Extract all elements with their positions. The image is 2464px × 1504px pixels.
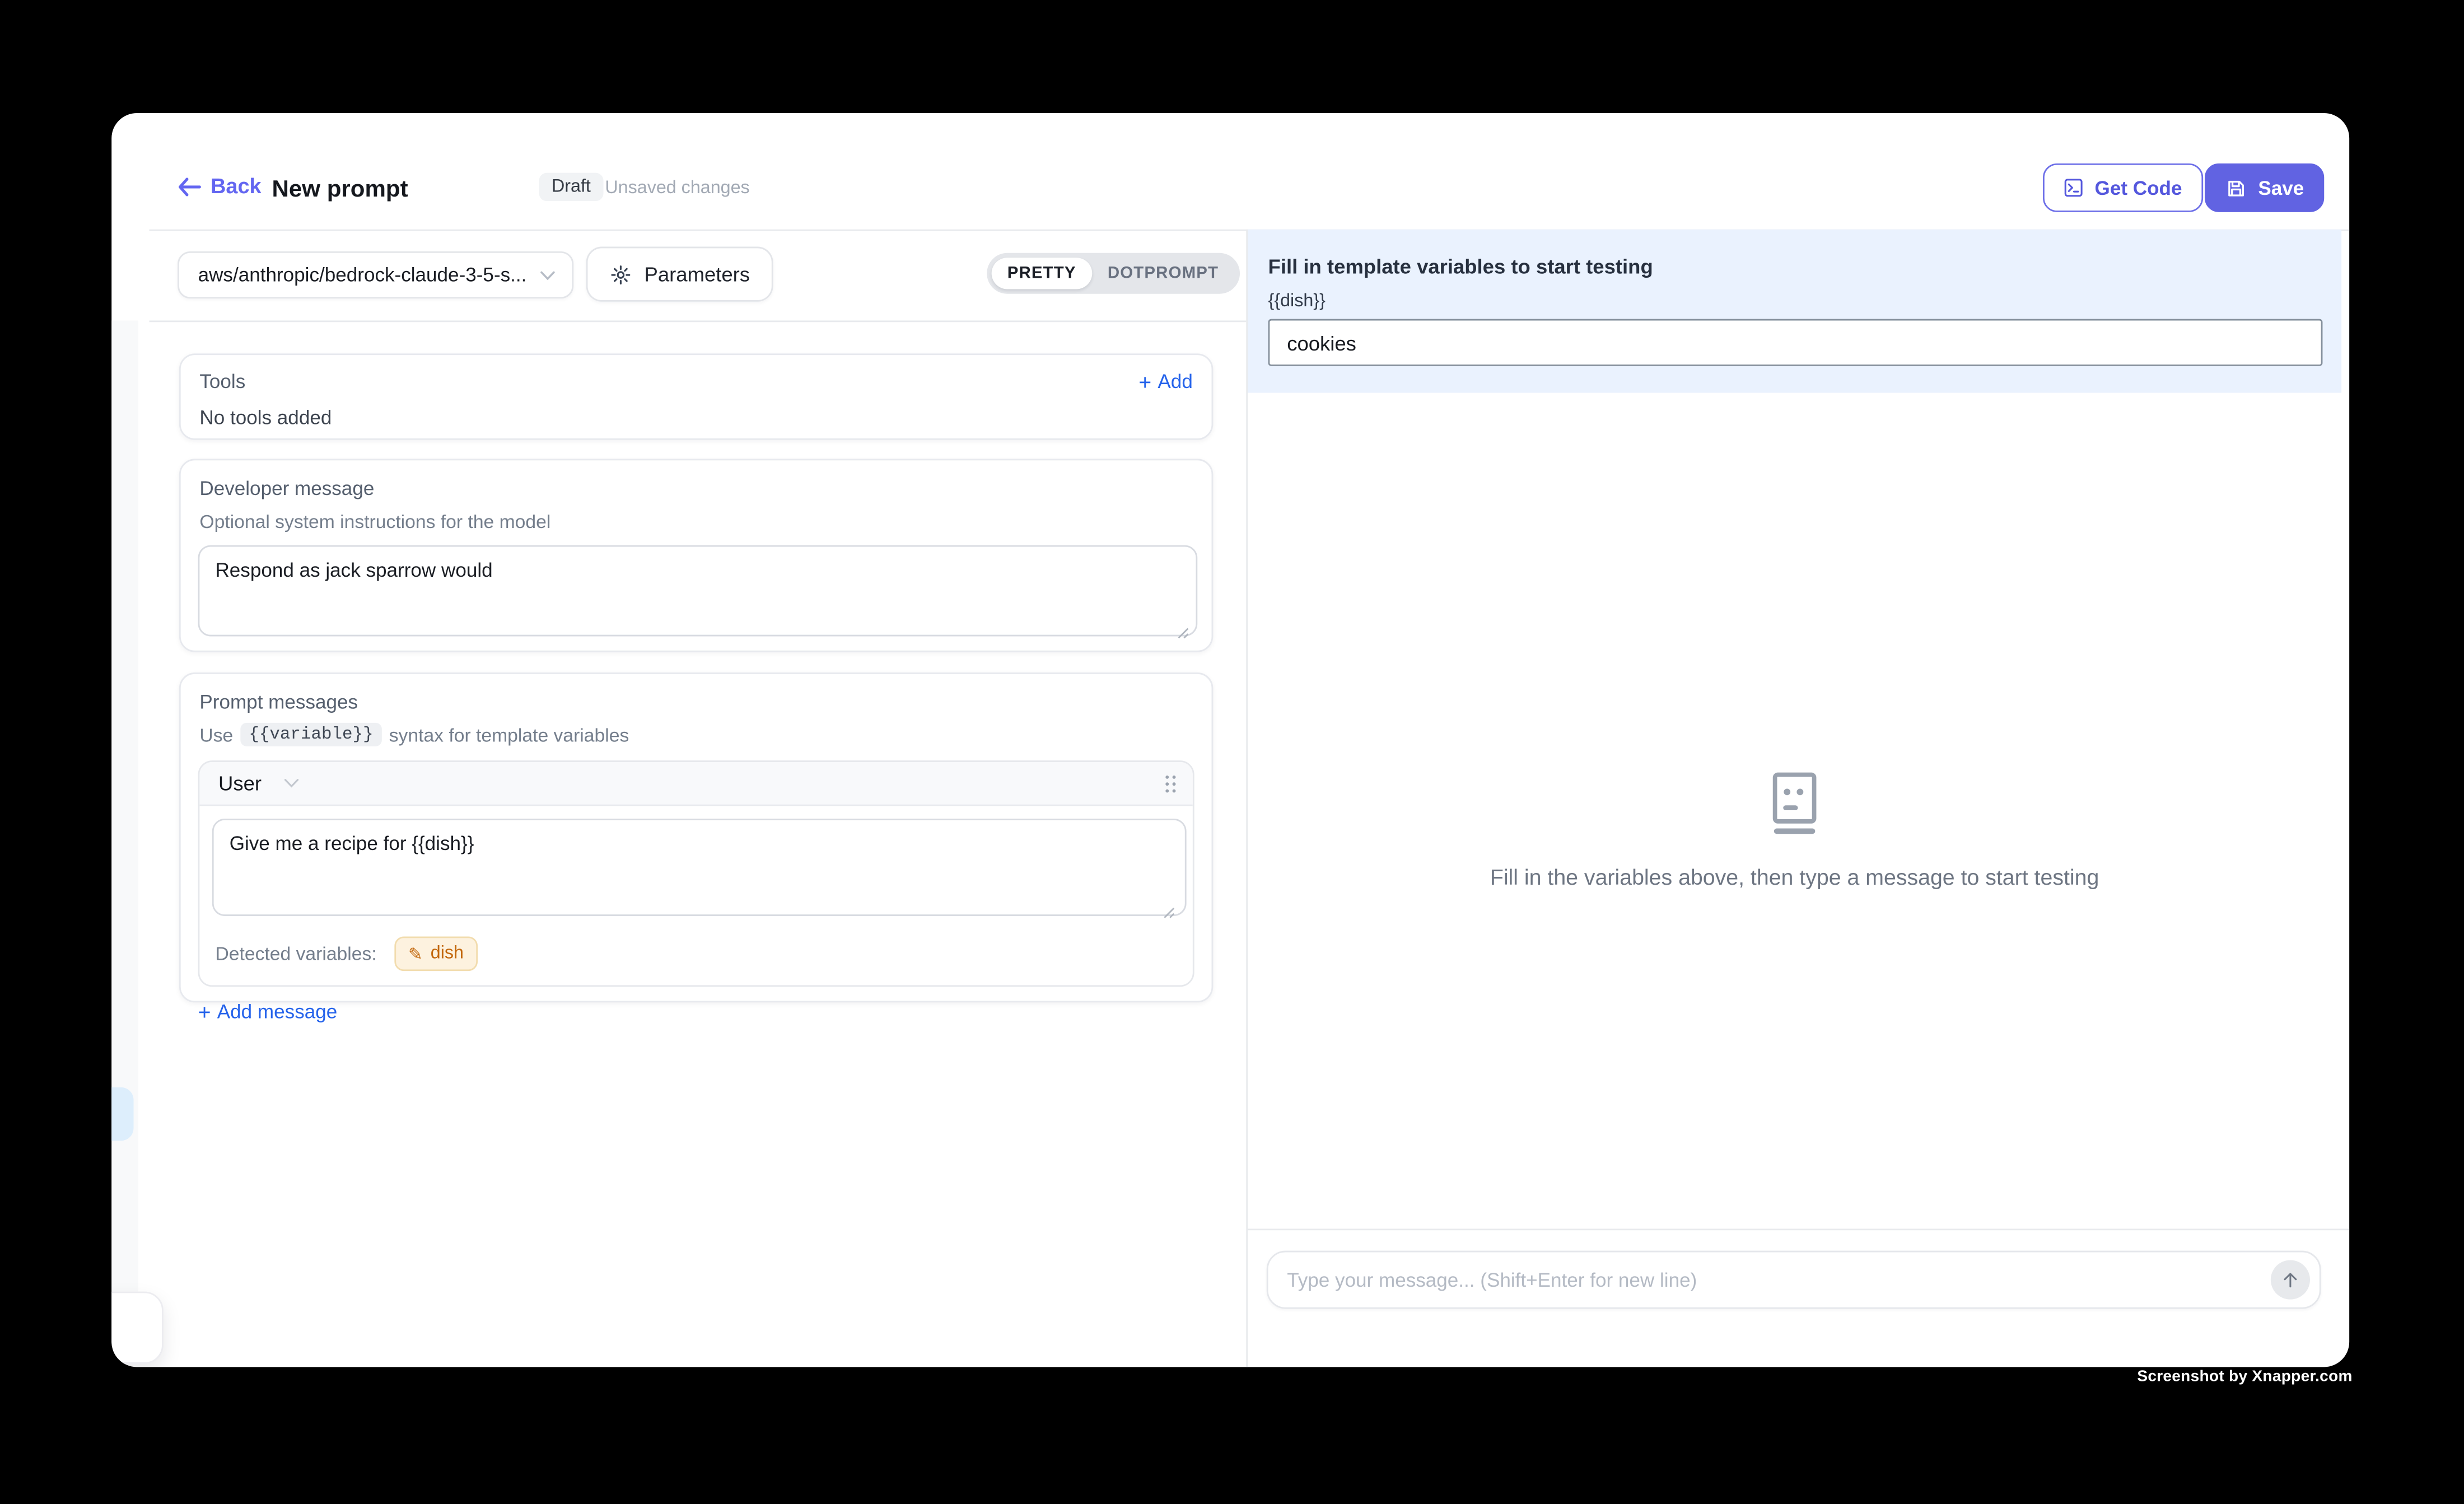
status-badge: Draft	[539, 173, 603, 202]
detected-variables-label: Detected variables:	[215, 943, 376, 965]
back-label: Back	[211, 174, 262, 198]
collapsed-sidebar-strip	[111, 320, 138, 1291]
chat-input-bar	[1267, 1251, 2321, 1309]
resize-grip-icon[interactable]	[1175, 625, 1189, 639]
developer-message-subtitle: Optional system instructions for the mod…	[181, 499, 1212, 533]
tools-title: Tools	[199, 371, 245, 393]
pencil-icon: ✎	[408, 943, 423, 964]
add-tool-button[interactable]: + Add	[1138, 371, 1193, 393]
terminal-icon	[2063, 178, 2083, 198]
developer-message-card: Developer message Optional system instru…	[179, 459, 1213, 652]
toggle-pretty[interactable]: PRETTY	[992, 258, 1092, 289]
parameters-button[interactable]: Parameters	[586, 247, 773, 302]
prompt-messages-subtitle: Use {{variable}} syntax for template var…	[181, 713, 1212, 746]
tools-card: Tools + Add No tools added	[179, 353, 1213, 440]
save-icon	[2225, 177, 2247, 199]
chevron-down-icon	[539, 269, 556, 281]
bot-face-icon	[1760, 768, 1829, 837]
developer-message-input[interactable]: Respond as jack sparrow would	[198, 545, 1198, 637]
resize-grip-icon[interactable]	[1161, 905, 1175, 919]
unsaved-changes-label: Unsaved changes	[605, 179, 749, 198]
subtitle-prefix: Use	[199, 723, 233, 745]
template-variables-panel: Fill in template variables to start test…	[1248, 230, 2341, 393]
message-text-input[interactable]: Give me a recipe for {{dish}}	[212, 819, 1187, 916]
message-block: User Give me a recipe for {{dish}}	[198, 760, 1194, 987]
message-header: User	[199, 762, 1192, 806]
plus-icon: +	[198, 1001, 211, 1022]
sidebar-popover[interactable]	[111, 1292, 164, 1364]
test-panel-heading: Fill in template variables to start test…	[1248, 230, 2341, 278]
get-code-button[interactable]: Get Code	[2043, 164, 2202, 212]
watermark: Screenshot by Xnapper.com	[2137, 1368, 2352, 1386]
page-title: New prompt	[272, 176, 408, 203]
developer-message-title: Developer message	[181, 460, 1212, 499]
send-button[interactable]	[2271, 1260, 2310, 1300]
chat-input-divider	[1248, 1229, 2349, 1230]
model-selector-value: aws/anthropic/bedrock-claude-3-5-s...	[198, 264, 527, 286]
view-toggle: PRETTY DOTPROMPT	[987, 253, 1239, 294]
toggle-dotprompt[interactable]: DOTPROMPT	[1092, 258, 1234, 289]
save-label: Save	[2258, 177, 2304, 199]
variable-chip-dish[interactable]: ✎ dish	[394, 936, 478, 971]
toolbar-divider	[150, 320, 1247, 322]
variable-token-chip: {{variable}}	[241, 723, 381, 746]
screenshot-stage: Back New prompt Draft Unsaved changes Ge…	[0, 0, 2464, 1503]
back-button[interactable]: Back	[178, 174, 262, 198]
arrow-up-icon	[2280, 1269, 2300, 1290]
sidebar-active-item[interactable]	[111, 1087, 133, 1141]
plus-icon: +	[1138, 371, 1151, 393]
tools-empty-text: No tools added	[181, 393, 1212, 429]
add-tool-label: Add	[1158, 371, 1192, 393]
chevron-down-icon	[283, 778, 301, 789]
add-message-label: Add message	[217, 1001, 337, 1022]
role-value: User	[218, 772, 262, 795]
role-selector[interactable]: User	[218, 772, 301, 795]
prompt-messages-card: Prompt messages Use {{variable}} syntax …	[179, 672, 1213, 1002]
parameters-label: Parameters	[645, 263, 750, 286]
add-message-button[interactable]: + Add message	[198, 1001, 1212, 1022]
model-selector[interactable]: aws/anthropic/bedrock-claude-3-5-s...	[178, 251, 573, 298]
variable-value-input[interactable]	[1268, 319, 2323, 366]
app-window: Back New prompt Draft Unsaved changes Ge…	[111, 113, 2349, 1367]
variable-chip-label: dish	[431, 944, 464, 963]
arrow-left-icon	[178, 177, 201, 196]
get-code-label: Get Code	[2095, 177, 2182, 199]
chat-empty-state: Fill in the variables above, then type a…	[1248, 768, 2341, 889]
gear-icon	[610, 263, 632, 285]
prompt-messages-title: Prompt messages	[181, 674, 1212, 713]
variable-name-label: {{dish}}	[1248, 278, 2341, 311]
subtitle-suffix: syntax for template variables	[389, 723, 629, 745]
chat-empty-text: Fill in the variables above, then type a…	[1248, 864, 2341, 889]
drag-handle-icon[interactable]	[1163, 772, 1177, 794]
save-button[interactable]: Save	[2205, 164, 2325, 212]
chat-message-input[interactable]	[1268, 1269, 2271, 1291]
